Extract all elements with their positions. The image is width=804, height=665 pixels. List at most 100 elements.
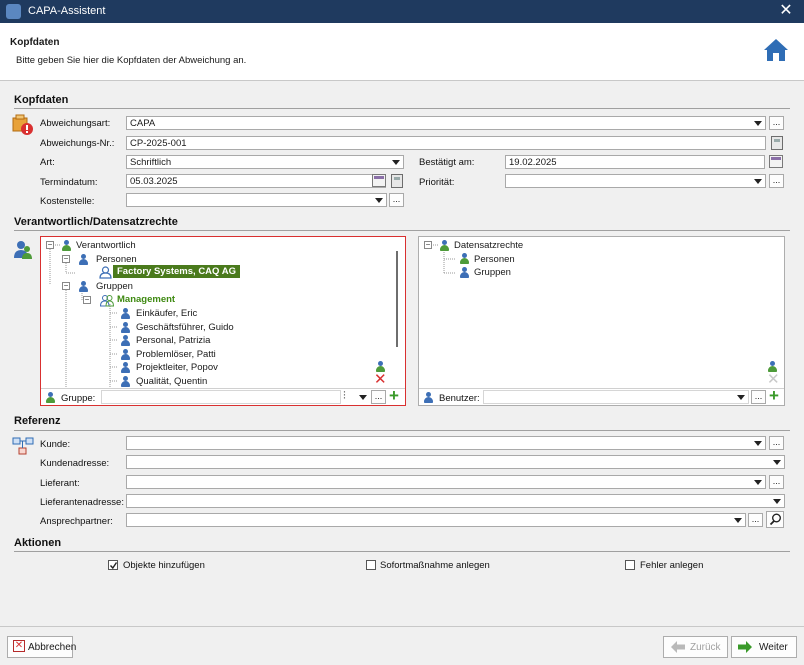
search-button[interactable] <box>766 511 784 528</box>
section-kopfdaten-title: Kopfdaten <box>14 94 69 106</box>
person-icon <box>120 376 131 387</box>
tree-expander[interactable]: − <box>424 241 432 249</box>
ansprechpartner-combo[interactable] <box>126 513 746 527</box>
cancel-button[interactable]: ✕ Abbrechen <box>7 636 77 658</box>
abweichungsart-more-button[interactable]: ... <box>769 116 784 130</box>
kostenstelle-combo[interactable] <box>126 193 387 207</box>
kundenadresse-label: Kundenadresse: <box>40 458 110 469</box>
next-button[interactable]: Weiter <box>731 636 797 658</box>
tree-member[interactable]: Projektleiter, Popov <box>136 362 218 373</box>
art-label: Art: <box>40 157 55 168</box>
termindatum-field[interactable]: 05.03.2025 <box>126 174 386 188</box>
filter-sliders-icon[interactable]: ⫶ <box>343 390 355 403</box>
remove-icon: ✕ <box>767 371 780 388</box>
tree-node-management[interactable]: Management <box>117 294 175 305</box>
tree-expander[interactable]: − <box>83 296 91 304</box>
checkmark-icon <box>109 562 118 570</box>
abweichungsnr-field[interactable]: CP-2025-001 <box>126 136 766 150</box>
back-button-label: Zurück <box>690 642 721 653</box>
tree-node-gruppen[interactable]: Gruppen <box>96 281 133 292</box>
tree-member[interactable]: Qualität, Quentin <box>136 376 207 387</box>
section-divider <box>14 108 790 109</box>
gruppe-more-button[interactable]: ... <box>371 390 386 404</box>
remove-icon[interactable]: ✕ <box>374 372 388 387</box>
tree-member[interactable]: Personal, Patrizia <box>136 335 210 346</box>
tree-expander[interactable]: − <box>46 241 54 249</box>
tree-root-datensatzrechte[interactable]: Datensatzrechte <box>454 240 523 251</box>
art-value: Schriftlich <box>130 157 172 168</box>
kostenstelle-more-button[interactable]: ... <box>389 193 404 207</box>
group-icon <box>459 267 470 278</box>
panel-divider <box>41 388 405 389</box>
arrow-left-icon <box>671 641 685 653</box>
objekte-checkbox[interactable] <box>108 560 118 570</box>
bestaetigt-field[interactable]: 19.02.2025 <box>505 155 765 169</box>
benutzer-input[interactable] <box>483 390 749 404</box>
responsible-icon <box>61 240 72 251</box>
back-button[interactable]: Zurück <box>663 636 728 658</box>
abweichungsnr-label: Abweichungs-Nr.: <box>40 138 115 149</box>
prioritaet-more-button[interactable]: ... <box>769 174 784 188</box>
section-referenz-title: Referenz <box>14 415 61 427</box>
sofortmassnahme-checkbox[interactable] <box>366 560 376 570</box>
vertical-scrollbar[interactable] <box>396 251 398 347</box>
gruppe-input[interactable] <box>101 390 341 404</box>
tree-root-verantwortlich[interactable]: Verantwortlich <box>76 240 136 251</box>
tree-node-gruppen[interactable]: Gruppen <box>474 267 511 278</box>
lieferantenadresse-combo[interactable] <box>126 494 785 508</box>
kunde-combo[interactable] <box>126 436 766 450</box>
tree-member[interactable]: Einkäufer, Eric <box>136 308 197 319</box>
window-title: CAPA-Assistent <box>28 5 106 17</box>
objekte-label: Objekte hinzufügen <box>123 560 205 571</box>
close-icon[interactable]: ✕ <box>772 1 800 21</box>
capa-warning-icon <box>12 114 33 135</box>
benutzer-label: Benutzer: <box>439 393 480 404</box>
add-icon[interactable]: + <box>389 387 403 404</box>
ansprechpartner-more-button[interactable]: ... <box>748 513 763 527</box>
person-icon <box>459 253 470 264</box>
bestaetigt-value: 19.02.2025 <box>509 157 557 168</box>
chevron-down-icon <box>773 460 781 465</box>
chevron-down-icon <box>754 480 762 485</box>
benutzer-more-button[interactable]: ... <box>751 390 766 404</box>
prioritaet-label: Priorität: <box>419 177 455 188</box>
chevron-down-icon <box>754 441 762 446</box>
termindatum-label: Termindatum: <box>40 177 98 188</box>
art-combo[interactable]: Schriftlich <box>126 155 404 169</box>
search-icon <box>769 513 781 526</box>
add-icon[interactable]: + <box>769 387 783 404</box>
home-icon[interactable] <box>763 37 789 63</box>
calculator-icon[interactable] <box>391 174 403 188</box>
tree-member[interactable]: Geschäftsführer, Guido <box>136 322 234 333</box>
bestaetigt-label: Bestätigt am: <box>419 157 475 168</box>
prioritaet-combo[interactable] <box>505 174 766 188</box>
fehler-checkbox[interactable] <box>625 560 635 570</box>
calendar-icon[interactable] <box>372 174 386 187</box>
chevron-down-icon <box>773 499 781 504</box>
lieferant-combo[interactable] <box>126 475 766 489</box>
app-icon <box>6 4 21 19</box>
lieferantenadresse-label: Lieferantenadresse: <box>40 497 124 508</box>
abweichungsart-combo[interactable]: CAPA <box>126 116 766 130</box>
kunde-more-button[interactable]: ... <box>769 436 784 450</box>
responsible-person-icon <box>13 240 33 260</box>
abweichungsart-label: Abweichungsart: <box>40 118 111 129</box>
lieferant-more-button[interactable]: ... <box>769 475 784 489</box>
section-aktionen-title: Aktionen <box>14 537 62 549</box>
cancel-button-label: Abbrechen <box>28 642 77 653</box>
tree-member[interactable]: Problemlöser, Patti <box>136 349 216 360</box>
tree-expander[interactable]: − <box>62 255 70 263</box>
tree-node-personen[interactable]: Personen <box>96 254 137 265</box>
kundenadresse-combo[interactable] <box>126 455 785 469</box>
tree-node-selected-person[interactable]: Factory Systems, CAQ AG <box>113 265 240 278</box>
page-subtitle: Bitte geben Sie hier die Kopfdaten der A… <box>16 55 247 66</box>
calculator-icon[interactable] <box>771 136 783 150</box>
chevron-down-icon <box>754 121 762 126</box>
chevron-down-icon <box>375 198 383 203</box>
chevron-down-icon[interactable] <box>359 395 367 400</box>
next-button-label: Weiter <box>759 642 788 653</box>
tree-node-personen[interactable]: Personen <box>474 254 515 265</box>
title-bar: CAPA-Assistent ✕ <box>0 0 804 23</box>
calendar-icon[interactable] <box>769 155 783 168</box>
tree-expander[interactable]: − <box>62 282 70 290</box>
